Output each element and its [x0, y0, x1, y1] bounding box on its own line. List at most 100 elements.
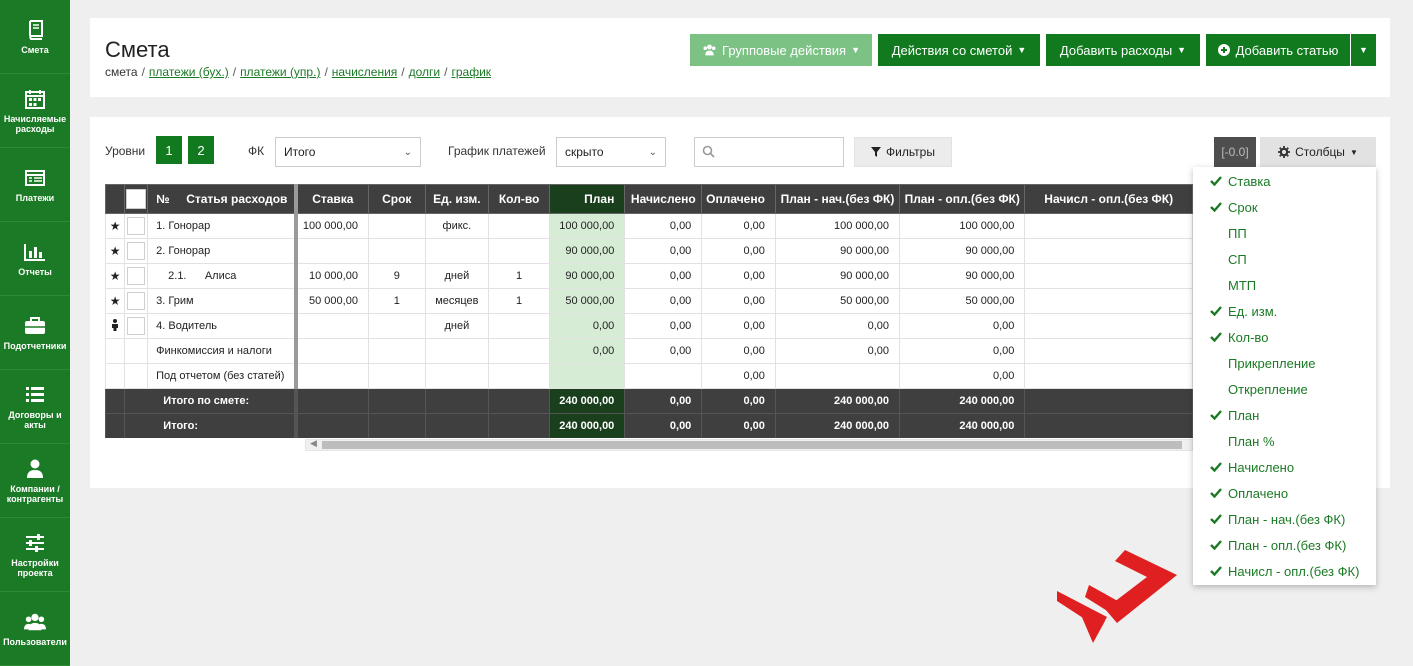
- cell-unit[interactable]: дней: [424, 263, 490, 289]
- range-badge[interactable]: [-0.0]: [1214, 137, 1256, 167]
- cell-term[interactable]: [367, 363, 426, 389]
- cell-item-name[interactable]: Финкомиссия и налоги: [147, 338, 298, 364]
- cell-item-name[interactable]: 2.1. Алиса: [147, 263, 298, 289]
- cell-unit[interactable]: [424, 363, 490, 389]
- cell-accrued[interactable]: 0,00: [624, 338, 703, 364]
- cell-plan[interactable]: 50 000,00: [549, 288, 626, 314]
- row-checkbox[interactable]: [124, 313, 149, 339]
- columns-menu-item[interactable]: План - нач.(без ФК): [1193, 506, 1376, 532]
- cell-plan[interactable]: 90 000,00: [549, 263, 626, 289]
- cell-accrued[interactable]: 0,00: [624, 313, 703, 339]
- group-actions-button[interactable]: Групповые действия ▼: [690, 34, 872, 66]
- columns-menu-item[interactable]: План: [1193, 402, 1376, 428]
- cell-plan-accrued[interactable]: 90 000,00: [774, 238, 901, 264]
- cell-plan-paid[interactable]: 0,00: [899, 338, 1026, 364]
- cell-unit[interactable]: фикс.: [424, 213, 490, 239]
- cell-accrued-paid[interactable]: [1024, 288, 1193, 314]
- cell-paid[interactable]: 0,00: [701, 213, 776, 239]
- cell-accrued[interactable]: 0,00: [624, 288, 703, 314]
- cell-term[interactable]: [367, 238, 426, 264]
- add-expenses-button[interactable]: Добавить расходы ▼: [1046, 34, 1200, 66]
- columns-menu-item[interactable]: Срок: [1193, 194, 1376, 220]
- sidebar-item-payments[interactable]: Платежи: [0, 148, 70, 222]
- scrollbar-thumb[interactable]: [322, 441, 1182, 449]
- cell-qty[interactable]: [488, 238, 551, 264]
- header-col-unit[interactable]: Ед. изм.: [424, 184, 490, 214]
- header-col-plan-accrued[interactable]: План - нач.(без ФК): [774, 184, 901, 214]
- cell-term[interactable]: [367, 213, 426, 239]
- cell-accrued-paid[interactable]: [1024, 313, 1193, 339]
- cell-plan-paid[interactable]: 0,00: [899, 313, 1026, 339]
- cell-qty[interactable]: [488, 338, 551, 364]
- cell-accrued-paid[interactable]: [1024, 263, 1193, 289]
- cell-plan-accrued[interactable]: 0,00: [774, 338, 901, 364]
- columns-menu-item[interactable]: Ставка: [1193, 168, 1376, 194]
- row-checkbox[interactable]: [124, 238, 149, 264]
- cell-accrued-paid[interactable]: [1024, 238, 1193, 264]
- table-row[interactable]: 4. Водитель дней 0,00 0,00 0,00 0,00 0,00: [105, 313, 1193, 339]
- cell-rate[interactable]: [295, 313, 369, 339]
- columns-menu-item[interactable]: Открепление: [1193, 376, 1376, 402]
- columns-menu-item[interactable]: План %: [1193, 428, 1376, 454]
- columns-menu-item[interactable]: ПП: [1193, 220, 1376, 246]
- cell-plan-accrued[interactable]: 0,00: [774, 313, 901, 339]
- breadcrumb-link-accruals[interactable]: начисления: [332, 65, 398, 79]
- cell-rate[interactable]: 100 000,00: [295, 213, 369, 239]
- cell-plan[interactable]: [549, 363, 626, 389]
- cell-plan-paid[interactable]: 0,00: [899, 363, 1026, 389]
- cell-plan-accrued[interactable]: 90 000,00: [774, 263, 901, 289]
- sidebar-item-companies[interactable]: Компании / контрагенты: [0, 444, 70, 518]
- sidebar-item-project-settings[interactable]: Настройки проекта: [0, 518, 70, 592]
- table-row[interactable]: Под отчетом (без статей) 0,00 0,00: [105, 363, 1193, 389]
- cell-accrued-paid[interactable]: [1024, 213, 1193, 239]
- header-col-plan[interactable]: План: [549, 184, 626, 214]
- cell-plan-paid[interactable]: 50 000,00: [899, 288, 1026, 314]
- level-1-button[interactable]: 1: [156, 136, 182, 164]
- cell-paid[interactable]: 0,00: [701, 238, 776, 264]
- cell-plan[interactable]: 0,00: [549, 313, 626, 339]
- cell-plan-paid[interactable]: 90 000,00: [899, 238, 1026, 264]
- header-col-paid[interactable]: Оплачено: [701, 184, 776, 214]
- cell-unit[interactable]: дней: [424, 313, 490, 339]
- row-checkbox[interactable]: [124, 213, 149, 239]
- star-icon[interactable]: ★: [105, 238, 126, 264]
- cell-term[interactable]: [367, 338, 426, 364]
- cell-plan-paid[interactable]: 100 000,00: [899, 213, 1026, 239]
- cell-accrued[interactable]: 0,00: [624, 263, 703, 289]
- cell-unit[interactable]: месяцев: [424, 288, 490, 314]
- cell-rate[interactable]: [295, 363, 369, 389]
- header-col-plan-paid[interactable]: План - опл.(без ФК): [899, 184, 1026, 214]
- sidebar-item-smeta[interactable]: Смета: [0, 0, 70, 74]
- cell-plan[interactable]: 100 000,00: [549, 213, 626, 239]
- cell-accrued-paid[interactable]: [1024, 338, 1193, 364]
- cell-rate[interactable]: 10 000,00: [295, 263, 369, 289]
- cell-item-name[interactable]: 4. Водитель: [147, 313, 298, 339]
- breadcrumb-link-debts[interactable]: долги: [409, 65, 441, 79]
- star-icon[interactable]: ★: [105, 288, 126, 314]
- cell-accrued[interactable]: 0,00: [624, 238, 703, 264]
- row-checkbox[interactable]: [124, 288, 149, 314]
- table-row[interactable]: Финкомиссия и налоги 0,00 0,00 0,00 0,00 0,00: [105, 338, 1193, 364]
- cell-qty[interactable]: 1: [488, 288, 551, 314]
- cell-qty[interactable]: 1: [488, 263, 551, 289]
- cell-rate[interactable]: [295, 238, 369, 264]
- cell-term[interactable]: [367, 313, 426, 339]
- filters-button[interactable]: Фильтры: [854, 137, 952, 167]
- sidebar-item-accrued-expenses[interactable]: Начисляемые расходы: [0, 74, 70, 148]
- cell-accrued[interactable]: 0,00: [624, 213, 703, 239]
- star-icon[interactable]: ★: [105, 263, 126, 289]
- level-2-button[interactable]: 2: [188, 136, 214, 164]
- row-checkbox[interactable]: [124, 263, 149, 289]
- cell-paid[interactable]: 0,00: [701, 338, 776, 364]
- fk-select[interactable]: Итого ⌄: [275, 137, 421, 167]
- header-col-rate[interactable]: Ставка: [295, 184, 369, 214]
- breadcrumb-link-schedule[interactable]: график: [451, 65, 491, 79]
- cell-accrued-paid[interactable]: [1024, 363, 1193, 389]
- cell-qty[interactable]: [488, 313, 551, 339]
- columns-menu-item[interactable]: Оплачено: [1193, 480, 1376, 506]
- cell-item-name[interactable]: 2. Гонорар: [147, 238, 298, 264]
- header-col-accrued-paid[interactable]: Начисл - опл.(без ФК): [1024, 184, 1193, 214]
- breadcrumb-link-payments-management[interactable]: платежи (упр.): [240, 65, 320, 79]
- columns-menu-item[interactable]: МТП: [1193, 272, 1376, 298]
- columns-menu-item[interactable]: Кол-во: [1193, 324, 1376, 350]
